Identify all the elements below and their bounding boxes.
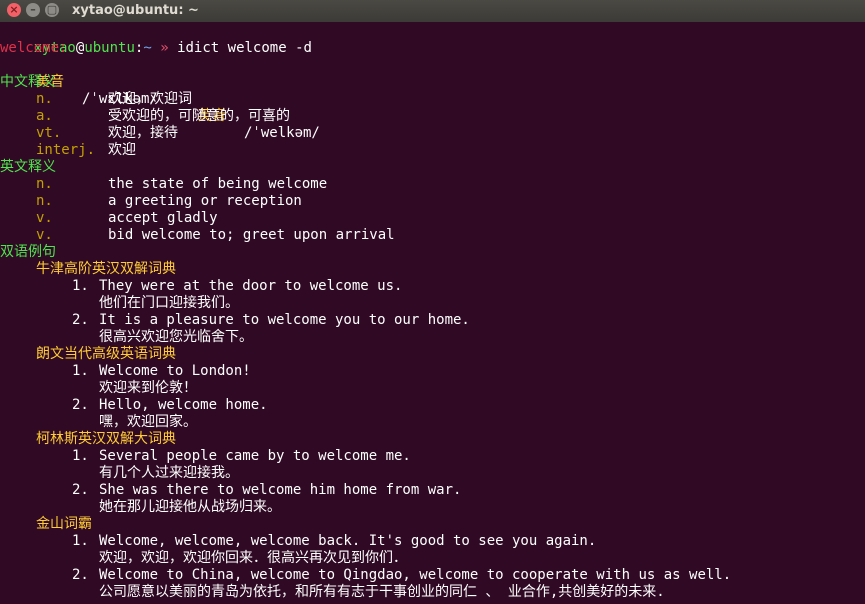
source-name: 柯林斯英汉双解大词典 [36, 431, 176, 447]
en-def-text: accept gladly [108, 210, 218, 226]
en-def-text: bid welcome to; greet upon arrival [108, 227, 395, 243]
uk-pron-ipa: /ˈwelkəm/ [244, 125, 320, 141]
cn-def-text: 欢迎，接待 [108, 125, 178, 141]
pronunciation-line: 美音 /ˈwɛlkəm/ 英音 /ˈwelkəm/ [0, 57, 320, 141]
prompt-line: xytao@ubuntu:~ » idict welcome -d [0, 23, 312, 56]
pos-label: a. [36, 108, 53, 124]
close-window-button[interactable]: × [7, 3, 21, 17]
example-en-text: Welcome to London! [99, 363, 251, 379]
example-zh-text: 嘿，欢迎回家。 [99, 414, 197, 430]
source-name: 金山词霸 [36, 516, 92, 532]
window-titlebar: × – ▢ xytao@ubuntu: ~ [0, 0, 865, 23]
window-title: xytao@ubuntu: ~ [72, 3, 199, 18]
example-zh-text: 她在那儿迎接他从战场归来。 [99, 499, 281, 515]
terminal-output[interactable]: xytao@ubuntu:~ » idict welcome -d welcom… [0, 22, 865, 604]
example-num: 2. [72, 567, 89, 583]
example-num: 2. [72, 397, 89, 413]
example-en-text: It is a pleasure to welcome you to our h… [99, 312, 470, 328]
example-zh-text: 他们在门口迎接我们。 [99, 295, 239, 311]
source-name: 牛津高阶英汉双解词典 [36, 261, 176, 277]
example-zh-text: 很高兴欢迎您光临舍下。 [99, 329, 253, 345]
example-zh-text: 公司愿意以美丽的青岛为依托，和所有有志于干事创业的同仁 、 业合作,共创美好的未… [99, 584, 665, 600]
en-def-text: a greeting or reception [108, 193, 302, 209]
example-en-text: They were at the door to welcome us. [99, 278, 403, 294]
pos-label: vt. [36, 125, 62, 141]
example-en-text: Hello, welcome home. [99, 397, 268, 413]
example-num: 2. [72, 312, 89, 328]
cn-def-text: 欢迎 [108, 142, 136, 158]
example-en-text: Welcome, welcome, welcome back. It's goo… [99, 533, 597, 549]
en-def-heading: 英文释义 [0, 159, 56, 175]
example-num: 1. [72, 363, 89, 379]
example-num: 1. [72, 448, 89, 464]
maximize-window-button[interactable]: ▢ [45, 3, 59, 17]
examples-heading: 双语例句 [0, 244, 56, 260]
example-zh-text: 有几个人过来迎接我。 [99, 465, 239, 481]
pos-label: v. [36, 210, 53, 226]
example-zh-text: 欢迎来到伦敦！ [99, 380, 197, 396]
pos-label: n. [36, 193, 53, 209]
en-def-text: the state of being welcome [108, 176, 328, 192]
prompt-arrow: » [160, 40, 169, 56]
example-en-text: Welcome to China, welcome to Qingdao, we… [99, 567, 732, 583]
pos-label: v. [36, 227, 53, 243]
cn-def-text: 欢迎，欢迎词 [108, 91, 192, 107]
prompt-path: ~ [143, 40, 152, 56]
pos-label: interj. [36, 142, 96, 158]
example-en-text: She was there to welcome him home from w… [99, 482, 462, 498]
cn-def-heading: 中文释义 [0, 74, 56, 90]
example-zh-text: 欢迎，欢迎，欢迎你回来．很高兴再次见到你们． [99, 550, 407, 566]
source-name: 朗文当代高级英语词典 [36, 346, 176, 362]
example-num: 1. [72, 278, 89, 294]
example-num: 1. [72, 533, 89, 549]
pos-label: n. [36, 176, 53, 192]
example-num: 2. [72, 482, 89, 498]
prompt-host: ubuntu [84, 40, 135, 56]
word-heading: welcome: [0, 40, 68, 56]
command-text: idict welcome -d [177, 40, 312, 56]
minimize-window-button[interactable]: – [26, 3, 40, 17]
cn-def-text: 受欢迎的，可随意的，可喜的 [108, 108, 290, 124]
pos-label: n. [36, 91, 53, 107]
example-en-text: Several people came by to welcome me. [99, 448, 411, 464]
